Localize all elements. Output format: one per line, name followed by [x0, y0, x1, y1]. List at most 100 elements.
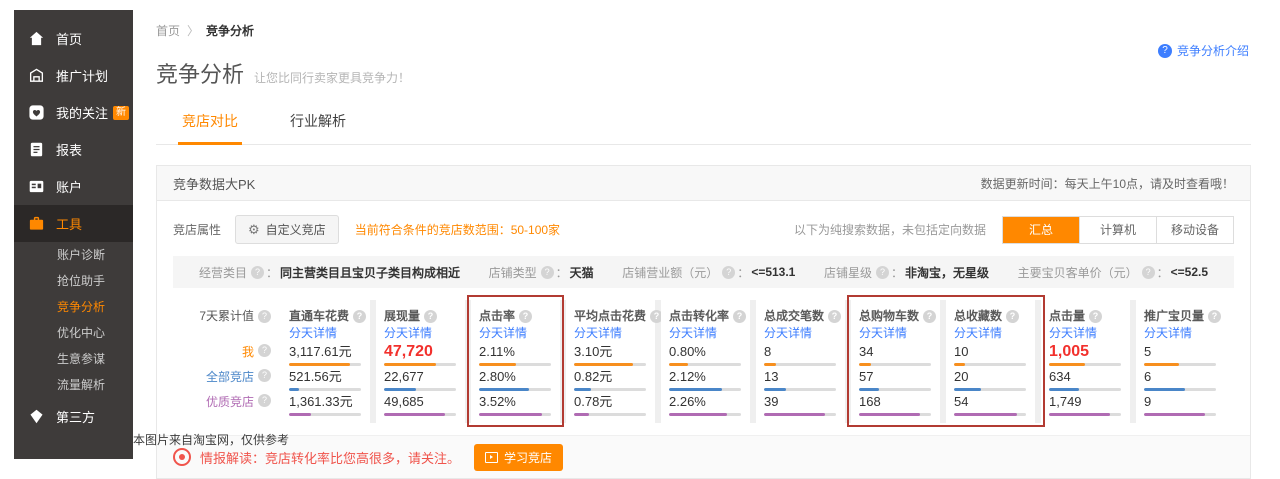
metric-bar	[1049, 413, 1121, 416]
metric-cell: 49,685	[384, 394, 457, 419]
help-circle-icon[interactable]	[733, 310, 746, 323]
metric-name-text: 展现量	[384, 308, 420, 324]
filter-value: 天猫	[570, 264, 594, 281]
metric-cell: 22,677	[384, 369, 457, 394]
metric-value: 22,677	[384, 369, 457, 384]
help-circle-icon[interactable]	[258, 369, 271, 382]
tab-bar: 竞店对比 行业解析	[156, 111, 1251, 145]
account-icon	[27, 178, 45, 196]
help-circle-icon[interactable]	[722, 266, 735, 279]
metric-name: 总收藏数	[954, 308, 1027, 324]
sidebar-subitem-1[interactable]: 抢位助手	[14, 268, 133, 294]
metric-bar-fill	[479, 388, 529, 391]
metric-bar-fill	[1144, 388, 1185, 391]
metric-name: 推广宝贝量	[1144, 308, 1217, 324]
help-circle-icon[interactable]	[923, 310, 936, 323]
device-segmented-control: 汇总 计算机 移动设备	[1002, 216, 1234, 244]
help-circle-icon[interactable]	[1142, 266, 1155, 279]
sidebar-item-2[interactable]: 我的关注新	[14, 94, 133, 131]
daily-detail-link[interactable]: 分天详情	[384, 325, 457, 341]
daily-detail-link[interactable]: 分天详情	[479, 325, 552, 341]
help-circle-icon[interactable]	[1208, 310, 1221, 323]
metric-bar-fill	[669, 363, 688, 366]
metric-cell: 0.80%	[669, 344, 742, 369]
metric-cell: 6	[1144, 369, 1217, 394]
row-label-text: 全部竞店	[206, 369, 254, 385]
metric-bar	[1049, 388, 1121, 391]
filter-label: 经营类目	[199, 264, 247, 281]
help-circle-icon[interactable]	[353, 310, 366, 323]
metric-cell: 39	[764, 394, 837, 419]
sidebar-item-0[interactable]: 首页	[14, 20, 133, 57]
metric-bar	[479, 413, 551, 416]
sidebar-subitem-5[interactable]: 流量解析	[14, 372, 133, 398]
filter-colon: ：	[737, 264, 749, 281]
help-circle-icon[interactable]	[541, 266, 554, 279]
daily-detail-link[interactable]: 分天详情	[954, 325, 1027, 341]
filter-value: <=513.1	[751, 265, 795, 279]
new-badge: 新	[113, 106, 129, 120]
metric-bar	[1144, 413, 1216, 416]
breadcrumb-home[interactable]: 首页	[156, 24, 180, 38]
sidebar-subitem-2[interactable]: 竞争分析	[14, 294, 133, 320]
filter-label: 店铺营业额（元）	[622, 264, 718, 281]
daily-detail-link[interactable]: 分天详情	[289, 325, 362, 341]
help-circle-icon[interactable]	[828, 310, 841, 323]
help-circle-icon[interactable]	[258, 394, 271, 407]
help-link[interactable]: 竞争分析介绍	[1158, 42, 1249, 59]
segment-mobile[interactable]: 移动设备	[1156, 217, 1233, 243]
sidebar-item-4[interactable]: 账户	[14, 168, 133, 205]
daily-detail-link[interactable]: 分天详情	[1144, 325, 1217, 341]
customize-shops-button[interactable]: 自定义竞店	[235, 215, 339, 244]
help-circle-icon[interactable]	[1006, 310, 1019, 323]
learn-shops-button[interactable]: 学习竞店	[474, 444, 563, 471]
metric-cell: 47,720	[384, 344, 457, 369]
help-circle-icon[interactable]	[519, 310, 532, 323]
sidebar-subitem-3[interactable]: 优化中心	[14, 320, 133, 346]
sidebar-item-6[interactable]: 第三方	[14, 398, 133, 435]
home-icon	[27, 30, 45, 48]
breadcrumb-separator: 〉	[187, 24, 199, 38]
period-label-text: 7天累计值	[199, 308, 254, 324]
sidebar-subitem-0[interactable]: 账户诊断	[14, 242, 133, 268]
metric-cell: 10	[954, 344, 1027, 369]
segment-computer[interactable]: 计算机	[1079, 217, 1156, 243]
metric-cell: 1,005	[1049, 344, 1122, 369]
metric-value: 0.80%	[669, 344, 742, 359]
help-circle-icon[interactable]	[258, 344, 271, 357]
segment-summary[interactable]: 汇总	[1003, 217, 1079, 243]
filter-label: 店铺星级	[824, 264, 872, 281]
pk-panel: 竞争数据大PK 数据更新时间：每天上午10点，请及时查看哦！ 竞店属性 自定义竞…	[156, 165, 1251, 479]
help-circle-icon[interactable]	[258, 310, 271, 323]
sidebar-item-5[interactable]: 工具	[14, 205, 133, 242]
metric-bar-fill	[574, 413, 589, 416]
tab-shop-compare[interactable]: 竞店对比	[178, 111, 242, 145]
daily-detail-link[interactable]: 分天详情	[574, 325, 647, 341]
metric-cell: 2.11%	[479, 344, 552, 369]
sidebar-item-3[interactable]: 报表	[14, 131, 133, 168]
metric-card-9: 推广宝贝量分天详情569	[1136, 300, 1225, 423]
help-circle-icon[interactable]	[424, 310, 437, 323]
filter-colon: ：	[891, 264, 903, 281]
help-circle-icon[interactable]	[1089, 310, 1102, 323]
metric-bar	[669, 413, 741, 416]
metric-cell: 2.12%	[669, 369, 742, 394]
metric-cell: 20	[954, 369, 1027, 394]
filter-group-3: 店铺星级：非淘宝，无星级	[824, 264, 989, 281]
help-circle-icon[interactable]	[876, 266, 889, 279]
help-circle-icon[interactable]	[251, 266, 264, 279]
metric-cell: 3.10元	[574, 344, 647, 369]
row-label-2: 优质竞店	[173, 394, 271, 419]
sidebar-subitem-4[interactable]: 生意参谋	[14, 346, 133, 372]
tab-industry-analysis[interactable]: 行业解析	[286, 111, 350, 144]
metric-bar	[574, 388, 646, 391]
daily-detail-link[interactable]: 分天详情	[1049, 325, 1122, 341]
sidebar-item-1[interactable]: 推广计划	[14, 57, 133, 94]
metric-value: 1,361.33元	[289, 394, 362, 409]
daily-detail-link[interactable]: 分天详情	[764, 325, 837, 341]
metric-bar	[859, 363, 931, 366]
metric-name: 点击转化率	[669, 308, 742, 324]
daily-detail-link[interactable]: 分天详情	[669, 325, 742, 341]
metric-bar	[669, 363, 741, 366]
daily-detail-link[interactable]: 分天详情	[859, 325, 932, 341]
